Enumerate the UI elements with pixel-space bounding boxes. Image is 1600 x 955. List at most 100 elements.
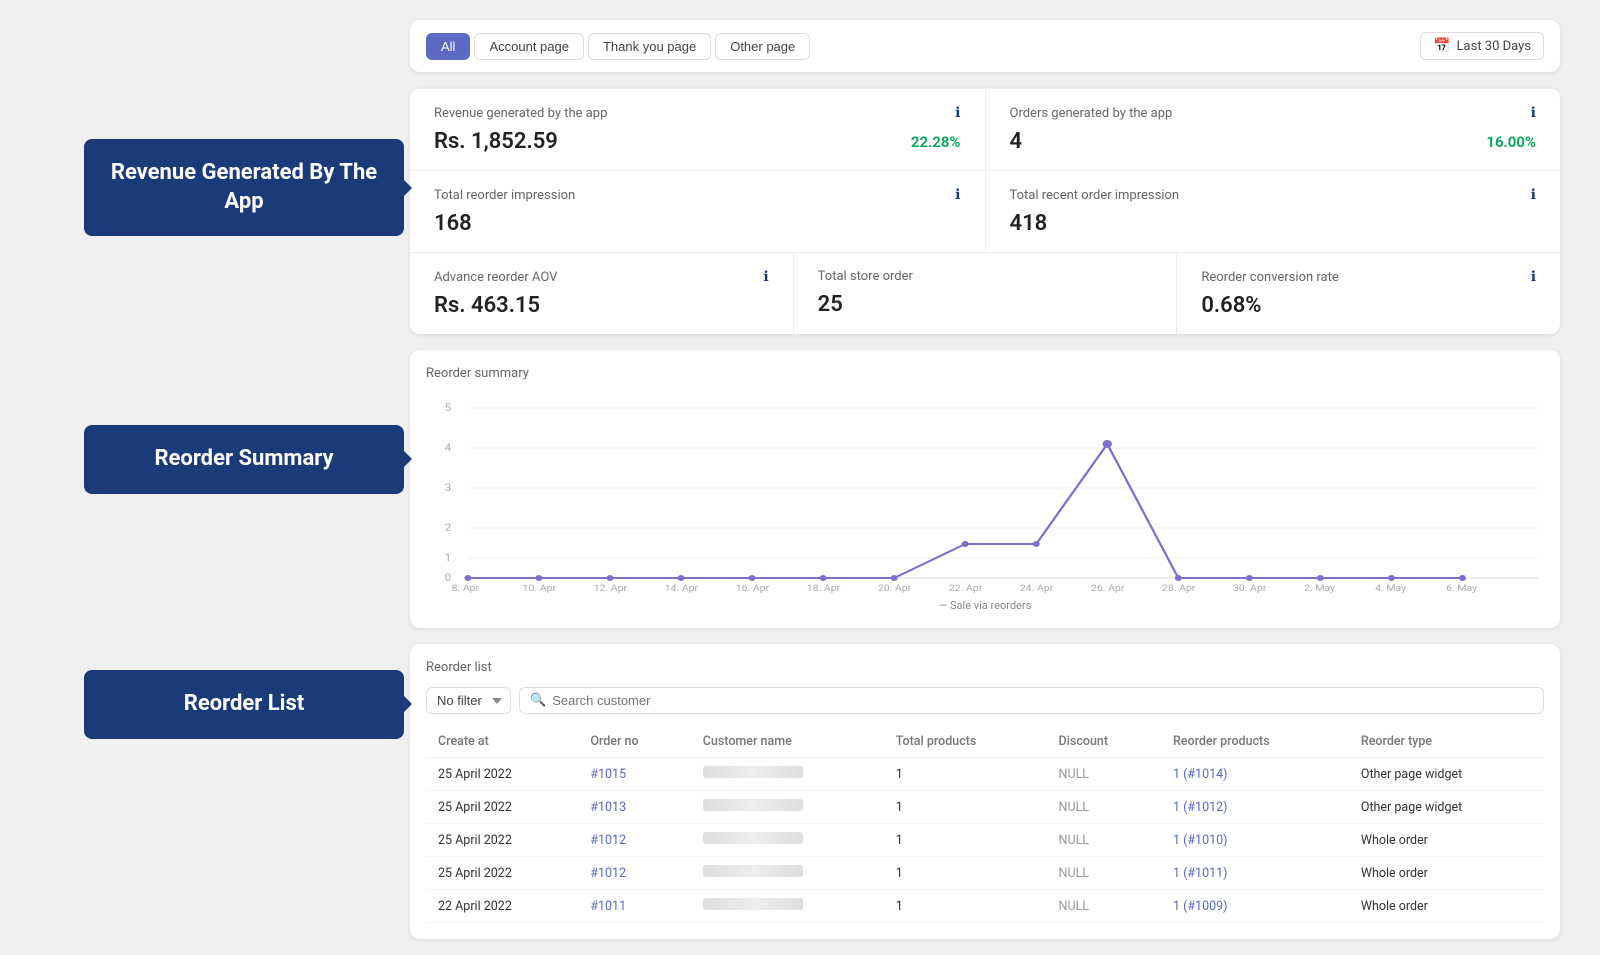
cell-order-no[interactable]: #1012 [578, 824, 690, 857]
annotation-revenue: Revenue Generated By The App [84, 139, 404, 236]
chart-title: Reorder summary [426, 366, 1544, 381]
svg-text:24. Apr: 24. Apr [1020, 584, 1054, 593]
metric-store-order-header: Total store order [818, 269, 1153, 284]
cell-total-products: 1 [884, 890, 1047, 923]
cell-reorder-products[interactable]: 1 (#1010) [1161, 824, 1349, 857]
list-filters: No filter 🔍 [426, 687, 1544, 714]
cell-customer [691, 758, 884, 791]
info-icon-revenue[interactable]: ℹ [955, 105, 960, 121]
svg-text:5: 5 [445, 402, 452, 414]
cell-order-no[interactable]: #1012 [578, 857, 690, 890]
date-filter-label: Last 30 Days [1457, 39, 1531, 54]
cell-total-products: 1 [884, 857, 1047, 890]
tab-thankyou[interactable]: Thank you page [588, 33, 711, 60]
svg-text:22. Apr: 22. Apr [949, 584, 983, 593]
metric-recent-impression-values: 418 [1010, 211, 1537, 236]
metric-orders-label: Orders generated by the app [1010, 106, 1173, 121]
info-icon-conversion[interactable]: ℹ [1531, 269, 1536, 285]
metrics-card: Revenue generated by the app ℹ Rs. 1,852… [410, 88, 1560, 334]
reorder-table: Create at Order no Customer name Total p… [426, 726, 1544, 923]
cell-order-no[interactable]: #1015 [578, 758, 690, 791]
svg-text:4. May: 4. May [1375, 584, 1406, 593]
metric-aov-value: Rs. 463.15 [434, 293, 540, 318]
cell-date: 25 April 2022 [426, 824, 578, 857]
cell-date: 25 April 2022 [426, 791, 578, 824]
chart-svg: 5 4 3 2 1 0 [426, 393, 1544, 593]
table-row: 22 April 2022 #1011 1 NULL 1 (#1009) Who… [426, 890, 1544, 923]
col-customer-name: Customer name [691, 726, 884, 758]
metric-conversion-rate-values: 0.68% [1201, 293, 1536, 318]
table-body: 25 April 2022 #1015 1 NULL 1 (#1014) Oth… [426, 758, 1544, 923]
cell-reorder-type: Whole order [1349, 824, 1544, 857]
cell-customer [691, 857, 884, 890]
cell-reorder-type: Other page widget [1349, 791, 1544, 824]
svg-text:3: 3 [445, 482, 452, 494]
svg-text:8. Apr: 8. Apr [452, 584, 480, 593]
calendar-icon: 📅 [1433, 38, 1450, 54]
cell-order-no[interactable]: #1013 [578, 791, 690, 824]
col-create-at: Create at [426, 726, 578, 758]
chart-area: 5 4 3 2 1 0 [426, 393, 1544, 593]
cell-customer [691, 890, 884, 923]
col-reorder-products: Reorder products [1161, 726, 1349, 758]
search-input[interactable] [552, 693, 1533, 708]
tab-all[interactable]: All [426, 33, 470, 60]
svg-text:4: 4 [445, 442, 452, 454]
svg-text:28. Apr: 28. Apr [1162, 584, 1196, 593]
reorder-list-title: Reorder list [426, 660, 1544, 675]
metric-recent-impression-label: Total recent order impression [1010, 188, 1180, 203]
table-header: Create at Order no Customer name Total p… [426, 726, 1544, 758]
svg-text:20. Apr: 20. Apr [878, 584, 912, 593]
metric-conversion-rate-header: Reorder conversion rate ℹ [1201, 269, 1536, 285]
metric-revenue-values: Rs. 1,852.59 22.28% [434, 129, 961, 154]
metric-orders-change: 16.00% [1486, 133, 1536, 151]
metric-aov: Advance reorder AOV ℹ Rs. 463.15 [410, 253, 794, 334]
cell-reorder-products[interactable]: 1 (#1012) [1161, 791, 1349, 824]
metric-reorder-impression: Total reorder impression ℹ 168 [410, 171, 986, 252]
cell-reorder-products[interactable]: 1 (#1009) [1161, 890, 1349, 923]
metric-aov-header: Advance reorder AOV ℹ [434, 269, 769, 285]
metric-reorder-impression-value: 168 [434, 211, 472, 236]
info-icon-recent-impression[interactable]: ℹ [1531, 187, 1536, 203]
metric-orders: Orders generated by the app ℹ 4 16.00% [986, 89, 1561, 170]
cell-reorder-products[interactable]: 1 (#1011) [1161, 857, 1349, 890]
cell-reorder-type: Whole order [1349, 857, 1544, 890]
metric-reorder-impression-label: Total reorder impression [434, 188, 575, 203]
cell-total-products: 1 [884, 791, 1047, 824]
metric-reorder-impression-values: 168 [434, 211, 961, 236]
metric-store-order-value: 25 [818, 292, 843, 317]
cell-reorder-type: Other page widget [1349, 758, 1544, 791]
col-discount: Discount [1047, 726, 1161, 758]
metric-store-order: Total store order 25 [794, 253, 1178, 334]
chart-card: Reorder summary 5 4 3 2 1 0 [410, 350, 1560, 628]
info-icon-reorder-impression[interactable]: ℹ [955, 187, 960, 203]
metric-recent-impression: Total recent order impression ℹ 418 [986, 171, 1561, 252]
tab-other[interactable]: Other page [715, 33, 810, 60]
svg-text:2. May: 2. May [1304, 584, 1335, 593]
cell-total-products: 1 [884, 758, 1047, 791]
svg-text:30. Apr: 30. Apr [1233, 584, 1267, 593]
tabs-row: All Account page Thank you page Other pa… [410, 20, 1560, 72]
metric-conversion-rate: Reorder conversion rate ℹ 0.68% [1177, 253, 1560, 334]
main-panel: All Account page Thank you page Other pa… [410, 20, 1560, 955]
cell-discount: NULL [1047, 758, 1161, 791]
annotation-reorder-list: Reorder List [84, 670, 404, 739]
cell-order-no[interactable]: #1011 [578, 890, 690, 923]
table-row: 25 April 2022 #1013 1 NULL 1 (#1012) Oth… [426, 791, 1544, 824]
metric-aov-label: Advance reorder AOV [434, 270, 557, 285]
date-filter[interactable]: 📅 Last 30 Days [1420, 32, 1544, 60]
metrics-row-3: Advance reorder AOV ℹ Rs. 463.15 Total s… [410, 252, 1560, 334]
info-icon-aov[interactable]: ℹ [763, 269, 768, 285]
tab-account[interactable]: Account page [474, 33, 584, 60]
cell-discount: NULL [1047, 824, 1161, 857]
annotation-reorder-summary: Reorder Summary [84, 425, 404, 494]
info-icon-orders[interactable]: ℹ [1531, 105, 1536, 121]
svg-text:1: 1 [445, 552, 452, 564]
cell-customer [691, 791, 884, 824]
svg-text:10. Apr: 10. Apr [523, 584, 557, 593]
cell-reorder-products[interactable]: 1 (#1014) [1161, 758, 1349, 791]
filter-select[interactable]: No filter [426, 687, 511, 714]
svg-text:26. Apr: 26. Apr [1091, 584, 1125, 593]
metric-conversion-rate-value: 0.68% [1201, 293, 1261, 318]
metric-revenue: Revenue generated by the app ℹ Rs. 1,852… [410, 89, 986, 170]
